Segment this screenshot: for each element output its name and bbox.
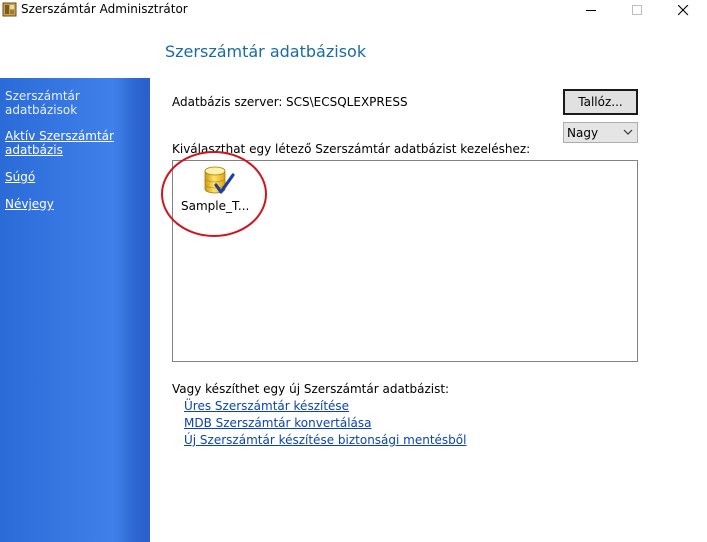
sidebar: Szerszámtár adatbázisok Aktív Szerszámtá… xyxy=(0,78,150,542)
sidebar-item-databases[interactable]: Szerszámtár xyxy=(5,89,80,103)
create-empty-link[interactable]: Üres Szerszámtár készítése xyxy=(184,399,349,413)
database-list[interactable]: Sample_T... xyxy=(172,160,638,362)
server-value: SCS\ECSQLEXPRESS xyxy=(286,95,408,109)
list-item[interactable]: Sample_T... xyxy=(175,163,249,217)
database-name: Sample_T... xyxy=(181,199,250,213)
window-title: Szerszámtár Adminisztrátor xyxy=(21,2,188,16)
page-header: Szerszámtár adatbázisok xyxy=(0,20,707,78)
create-prompt: Vagy készíthet egy új Szerszámtár adatbá… xyxy=(172,382,450,396)
minimize-button[interactable] xyxy=(568,0,614,20)
minimize-icon xyxy=(585,9,596,11)
sidebar-item-active-database[interactable]: Aktív Szerszámtár xyxy=(5,129,114,143)
sidebar-item-about[interactable]: Névjegy xyxy=(5,197,54,211)
close-icon xyxy=(677,4,688,15)
main-content: Adatbázis szerver: SCS\ECSQLEXPRESS Tall… xyxy=(150,78,707,542)
restore-backup-link[interactable]: Új Szerszámtár készítése biztonsági ment… xyxy=(184,433,466,447)
app-icon xyxy=(2,2,17,17)
database-check-icon xyxy=(204,166,235,194)
title-bar: Szerszámtár Adminisztrátor xyxy=(0,0,707,20)
page-title: Szerszámtár adatbázisok xyxy=(165,42,367,61)
convert-mdb-link[interactable]: MDB Szerszámtár konvertálása xyxy=(184,416,372,430)
sidebar-item-active-database-line2[interactable]: adatbázis xyxy=(5,143,63,157)
chevron-down-icon xyxy=(623,129,633,135)
database-list-prompt: Kiválaszthat egy létező Szerszámtár adat… xyxy=(172,142,531,156)
sidebar-item-databases-line2[interactable]: adatbázisok xyxy=(5,103,77,117)
sidebar-item-help[interactable]: Súgó xyxy=(5,170,35,184)
view-size-value: Nagy xyxy=(567,126,599,140)
maximize-button[interactable] xyxy=(614,0,660,20)
maximize-icon xyxy=(631,4,642,15)
close-button[interactable] xyxy=(660,0,706,20)
browse-button[interactable]: Tallóz... xyxy=(563,89,638,115)
view-size-select[interactable]: Nagy xyxy=(563,122,638,143)
server-label: Adatbázis szerver: xyxy=(172,95,283,109)
